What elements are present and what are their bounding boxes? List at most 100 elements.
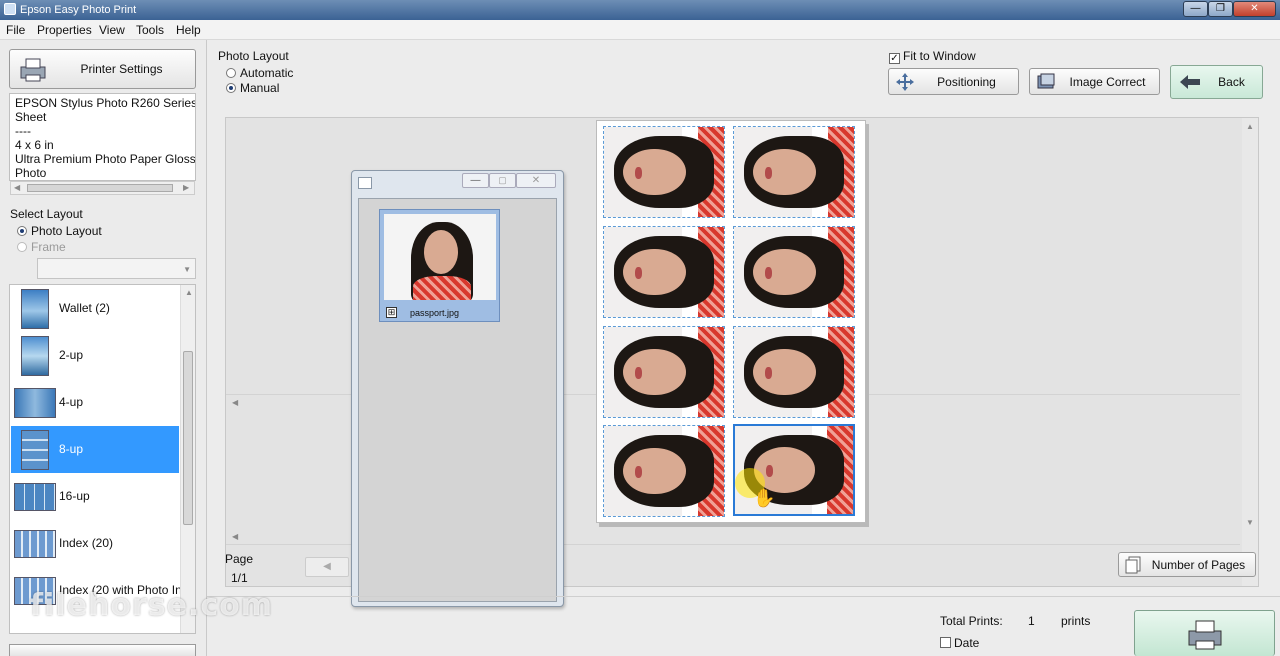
- total-prints-value: 1: [1028, 614, 1035, 628]
- window-icon: [358, 177, 372, 189]
- photo-slot-6[interactable]: [733, 326, 855, 418]
- thumbnail-filename: passport.jpg: [410, 308, 460, 318]
- photo-slot-8[interactable]: ✋: [733, 424, 855, 516]
- radio-unselected-icon: [226, 68, 236, 78]
- layout-item-4-up[interactable]: 4-up: [11, 379, 179, 426]
- print-button[interactable]: [1134, 610, 1275, 656]
- layout-list-scrollbar[interactable]: ▲: [180, 285, 195, 633]
- info-separator: ----: [15, 124, 31, 138]
- image-thumbnail-card[interactable]: ⊞ passport.jpg: [379, 209, 500, 322]
- 4-up-thumbnail: [14, 388, 56, 418]
- fit-to-window-label: Fit to Window: [903, 49, 976, 63]
- printer-info-scrollbar[interactable]: ◀ ▶: [10, 181, 195, 195]
- wallet-thumbnail: [21, 289, 49, 329]
- image-correct-button[interactable]: Image Correct: [1029, 68, 1160, 95]
- printer-icon: [20, 58, 46, 82]
- layout-item-label: 8-up: [59, 442, 84, 456]
- positioning-button[interactable]: Positioning: [888, 68, 1019, 95]
- printer-settings-button[interactable]: Printer Settings: [9, 49, 196, 89]
- photo-slot-7[interactable]: [603, 425, 725, 517]
- manual-label: Manual: [240, 81, 280, 95]
- automatic-label: Automatic: [240, 66, 294, 80]
- hand-cursor-icon: ✋: [753, 488, 776, 508]
- back-arrow-icon: [1180, 75, 1200, 89]
- menu-help[interactable]: Help: [176, 23, 201, 37]
- image-correct-label: Image Correct: [1069, 74, 1146, 89]
- paper-size: 4 x 6 in: [15, 138, 54, 152]
- title-bar: Epson Easy Photo Print — ❐ ✕: [0, 0, 1280, 20]
- previous-page-button[interactable]: ◀: [305, 557, 349, 577]
- date-label: Date: [954, 636, 980, 650]
- paper-source: Sheet: [15, 110, 47, 124]
- number-of-pages-label: Number of Pages: [1151, 557, 1246, 572]
- radio-frame[interactable]: Frame: [17, 240, 66, 254]
- menu-tools[interactable]: Tools: [136, 23, 164, 37]
- layout-item-label: 4-up: [59, 395, 84, 409]
- photo-slot-5[interactable]: [603, 326, 725, 418]
- layout-item-8-up[interactable]: 8-up: [11, 426, 179, 473]
- fit-to-window-checkbox[interactable]: ✓ Fit to Window: [889, 49, 976, 64]
- radio-selected-icon: [17, 226, 27, 236]
- radio-manual[interactable]: Manual: [226, 81, 279, 95]
- app-icon: [4, 3, 16, 15]
- scroll-left-bottom-icon[interactable]: ◀: [232, 532, 238, 541]
- frame-option-label: Frame: [31, 240, 66, 254]
- layout-list: Wallet (2) 2-up 4-up 8-up 16-up Index (2…: [9, 284, 196, 634]
- move-arrows-icon: [896, 72, 914, 91]
- photo-layout-label: Photo Layout: [218, 49, 289, 63]
- radio-selected-icon: [226, 83, 236, 93]
- 2-up-thumbnail: [21, 336, 49, 376]
- photo-layout-option-label: Photo Layout: [31, 224, 102, 238]
- frame-dropdown[interactable]: ▼: [37, 258, 196, 279]
- date-checkbox[interactable]: Date: [940, 636, 979, 650]
- layout-item-wallet[interactable]: Wallet (2): [11, 285, 179, 332]
- float-window-controls: — ▢ ✕: [462, 173, 557, 189]
- index-thumbnail: [14, 530, 56, 558]
- additional-button-partial[interactable]: [9, 644, 196, 656]
- layout-item-16-up[interactable]: 16-up: [11, 473, 179, 520]
- page-label: Page: [225, 552, 254, 566]
- scroll-left-icon[interactable]: ◀: [232, 398, 238, 407]
- printer-model: EPSON Stylus Photo R260 Series: [15, 96, 196, 110]
- watermark-logo: filehorse.com: [30, 588, 273, 623]
- canvas-vertical-scrollbar[interactable]: ▲ ▼: [1242, 118, 1258, 586]
- printer-icon: [1188, 620, 1221, 649]
- back-label: Back: [1218, 75, 1245, 89]
- float-close-button[interactable]: ✕: [516, 173, 556, 188]
- maximize-button[interactable]: ❐: [1208, 1, 1233, 17]
- photo-slot-3[interactable]: [603, 226, 725, 318]
- select-layout-label: Select Layout: [10, 207, 83, 221]
- 16-up-thumbnail: [14, 483, 56, 511]
- layout-item-label: Wallet (2): [59, 301, 110, 315]
- positioning-label: Positioning: [937, 74, 996, 89]
- number-of-pages-button[interactable]: Number of Pages: [1118, 552, 1256, 577]
- printer-settings-label: Printer Settings: [80, 62, 163, 76]
- radio-photo-layout[interactable]: Photo Layout: [17, 224, 102, 238]
- back-button[interactable]: Back: [1170, 65, 1263, 99]
- checkbox-empty-icon: [940, 637, 951, 648]
- float-maximize-button[interactable]: ▢: [489, 173, 516, 188]
- photo-slot-1[interactable]: [603, 126, 725, 218]
- menu-properties[interactable]: Properties: [37, 23, 92, 37]
- menu-file[interactable]: File: [6, 23, 25, 37]
- passport-thumbnail: [384, 214, 496, 300]
- image-list: ⊞ passport.jpg: [358, 198, 557, 602]
- image-picker-window: — ▢ ✕ ⊞ passport.jpg: [351, 170, 564, 607]
- close-button[interactable]: ✕: [1233, 1, 1276, 17]
- layout-item-index-20[interactable]: Index (20): [11, 520, 179, 567]
- layout-item-2-up[interactable]: 2-up: [11, 332, 179, 379]
- float-minimize-button[interactable]: —: [462, 173, 489, 188]
- radio-unselected-icon: [17, 242, 27, 252]
- printer-info-box: EPSON Stylus Photo R260 Series Sheet ---…: [9, 93, 196, 181]
- radio-automatic[interactable]: Automatic: [226, 66, 293, 80]
- layout-item-label: 2-up: [59, 348, 84, 362]
- expand-icon[interactable]: ⊞: [386, 307, 397, 318]
- minimize-button[interactable]: —: [1183, 1, 1208, 17]
- window-title: Epson Easy Photo Print: [20, 4, 137, 16]
- menu-view[interactable]: View: [99, 23, 125, 37]
- checkmark-icon: ✓: [889, 53, 900, 64]
- layout-item-label: Index (20): [59, 536, 114, 550]
- photo-slot-2[interactable]: [733, 126, 855, 218]
- photo-slot-4[interactable]: [733, 226, 855, 318]
- chevron-down-icon: ▼: [183, 265, 191, 274]
